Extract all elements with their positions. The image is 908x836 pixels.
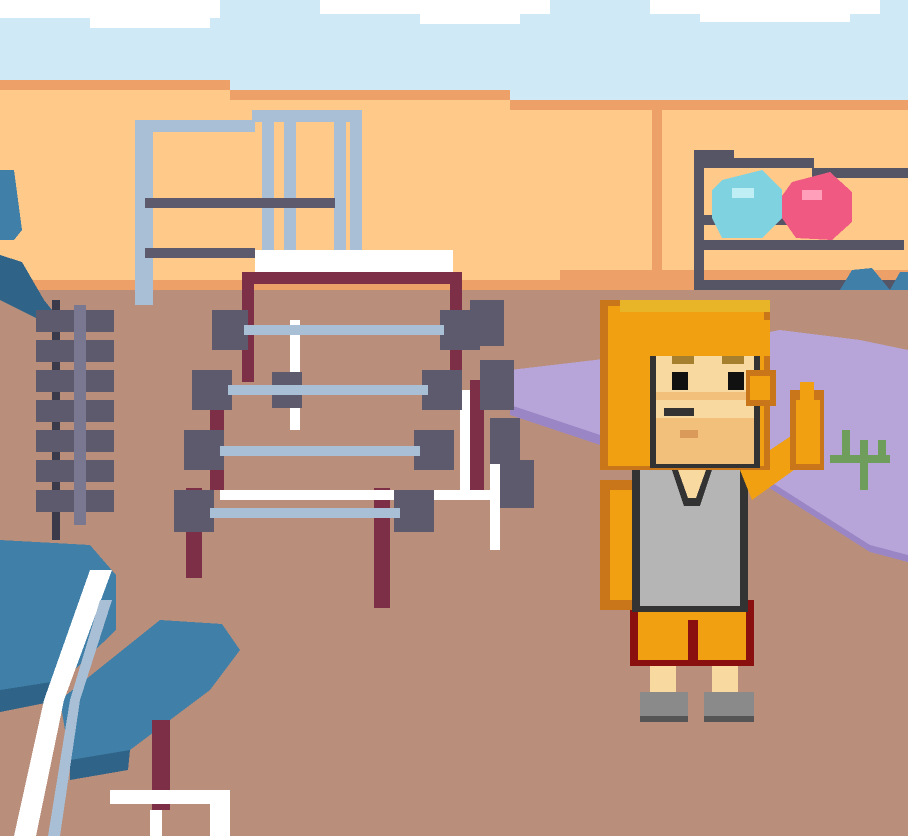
character-head (600, 300, 776, 470)
character-torso (632, 466, 748, 612)
game-scene (0, 0, 908, 836)
medicine-ball-teal[interactable] (712, 170, 782, 238)
